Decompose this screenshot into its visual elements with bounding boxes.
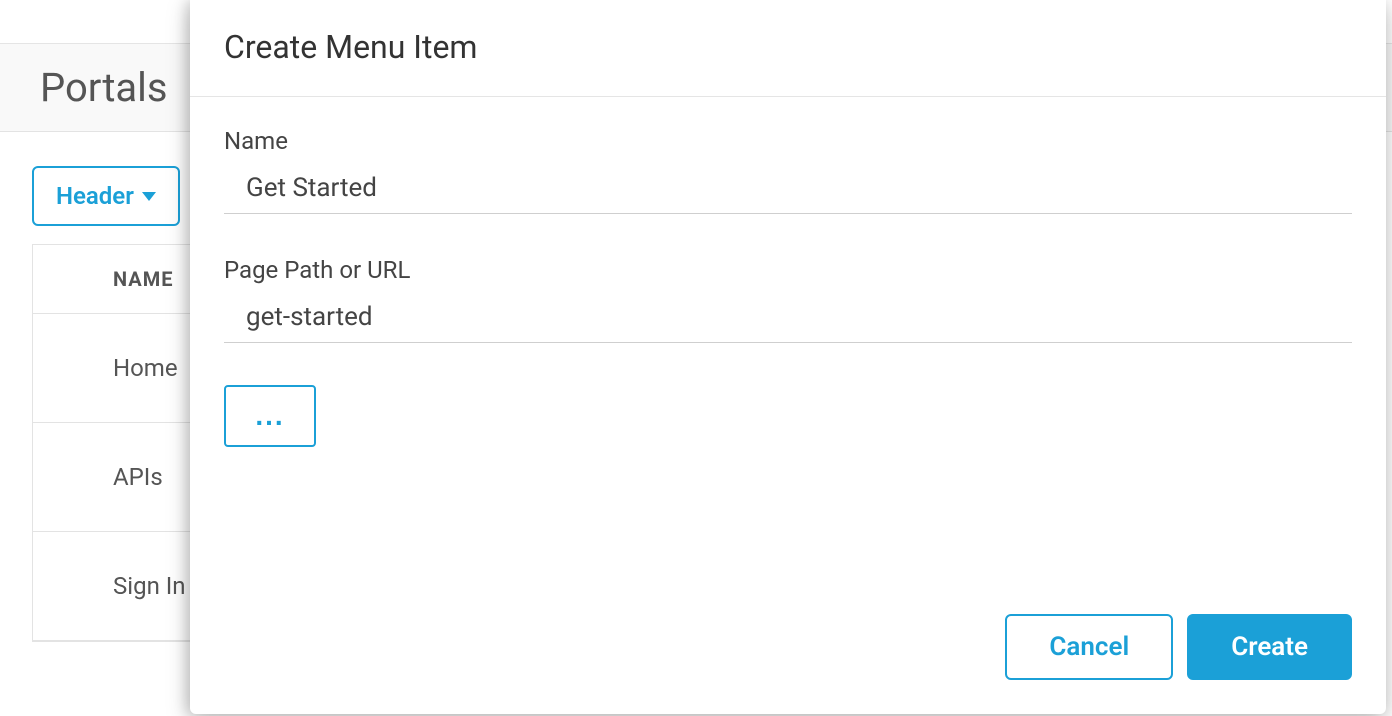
name-label: Name xyxy=(224,127,1352,155)
name-input[interactable] xyxy=(224,165,1352,214)
create-menu-item-modal: Create Menu Item Name Page Path or URL .… xyxy=(190,0,1386,714)
more-options-button[interactable]: ... xyxy=(224,385,316,447)
header-dropdown[interactable]: Header xyxy=(32,166,180,226)
name-form-group: Name xyxy=(224,127,1352,214)
path-form-group: Page Path or URL xyxy=(224,256,1352,343)
cancel-button[interactable]: Cancel xyxy=(1005,614,1173,680)
modal-footer: Cancel Create xyxy=(190,594,1386,714)
create-button[interactable]: Create xyxy=(1187,614,1352,680)
caret-down-icon xyxy=(142,192,156,201)
path-input[interactable] xyxy=(224,294,1352,343)
modal-body: Name Page Path or URL ... xyxy=(190,97,1386,594)
path-label: Page Path or URL xyxy=(224,256,1352,284)
ellipsis-icon: ... xyxy=(255,406,284,426)
modal-header: Create Menu Item xyxy=(190,0,1386,97)
header-dropdown-label: Header xyxy=(56,182,134,210)
modal-title: Create Menu Item xyxy=(224,28,1352,66)
